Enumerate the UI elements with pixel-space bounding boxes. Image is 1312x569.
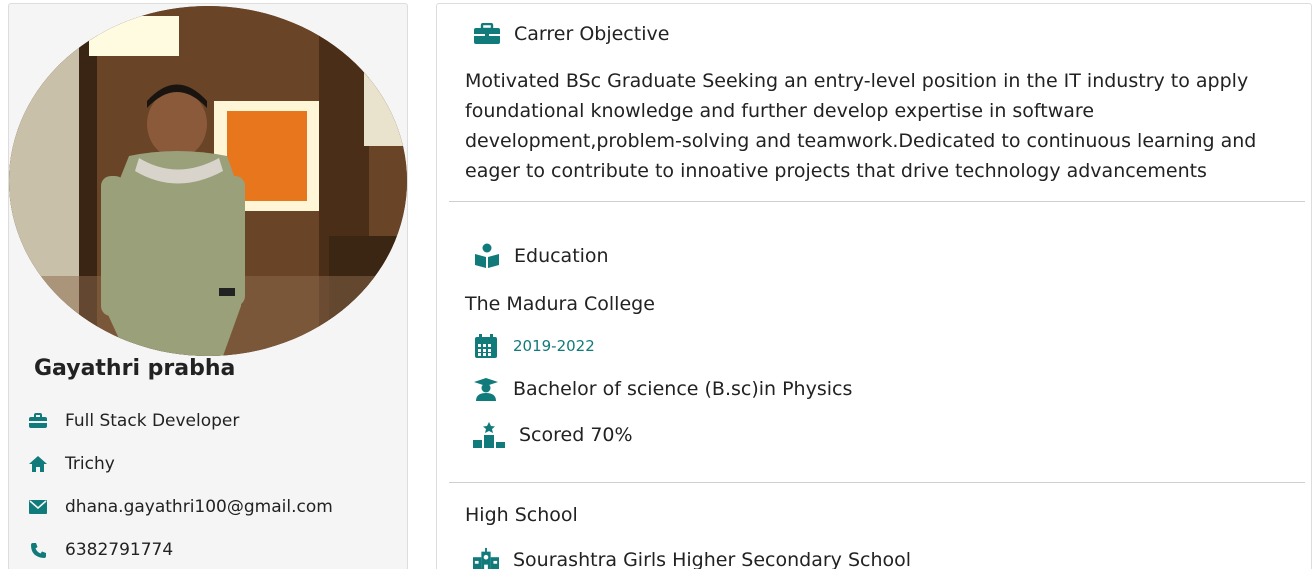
college-name: The Madura College (465, 293, 655, 315)
resume-main: Carrer Objective Motivated BSc Graduate … (436, 3, 1312, 569)
objective-text: Motivated BSc Graduate Seeking an entry-… (465, 70, 1257, 182)
home-icon (27, 453, 49, 475)
profile-location-text: Trichy (65, 454, 115, 474)
profile-phone-text: 6382791774 (65, 540, 174, 560)
high-school-name-text: Sourashtra Girls Higher Secondary School (513, 549, 912, 569)
college-years-text: 2019-2022 (513, 337, 595, 355)
briefcase-icon (27, 410, 49, 432)
college-years: 2019-2022 (473, 333, 595, 359)
profile-email[interactable]: dhana.gayathri100@gmail.com (27, 496, 333, 518)
briefcase-icon (473, 20, 501, 48)
profile-email-text: dhana.gayathri100@gmail.com (65, 497, 333, 517)
profile-card: Gayathri prabha Full Stack Developer Tri… (8, 3, 408, 569)
book-reader-icon (473, 242, 501, 270)
college-score: Scored 70% (473, 422, 633, 448)
profile-location: Trichy (27, 453, 115, 475)
education-heading: Education (473, 242, 609, 270)
college-degree-text: Bachelor of science (B.sc)in Physics (513, 378, 853, 400)
objective-heading: Carrer Objective (473, 20, 669, 48)
college-score-text: Scored 70% (519, 424, 633, 446)
profile-name: Gayathri prabha (34, 356, 236, 381)
education-title: Education (514, 245, 609, 267)
section-divider (449, 201, 1305, 202)
profile-role: Full Stack Developer (27, 410, 239, 432)
high-school-label: High School (465, 504, 578, 526)
school-icon (473, 547, 499, 569)
section-divider (449, 482, 1305, 483)
envelope-icon (27, 496, 49, 518)
profile-photo (9, 6, 407, 356)
profile-phone[interactable]: 6382791774 (27, 539, 173, 561)
calendar-icon (473, 333, 499, 359)
graduate-icon (473, 376, 499, 402)
profile-role-text: Full Stack Developer (65, 411, 240, 431)
podium-icon (473, 422, 505, 448)
high-school-name: Sourashtra Girls Higher Secondary School (473, 547, 911, 569)
objective-title: Carrer Objective (514, 23, 670, 45)
phone-icon (27, 539, 49, 561)
college-degree: Bachelor of science (B.sc)in Physics (473, 376, 852, 402)
